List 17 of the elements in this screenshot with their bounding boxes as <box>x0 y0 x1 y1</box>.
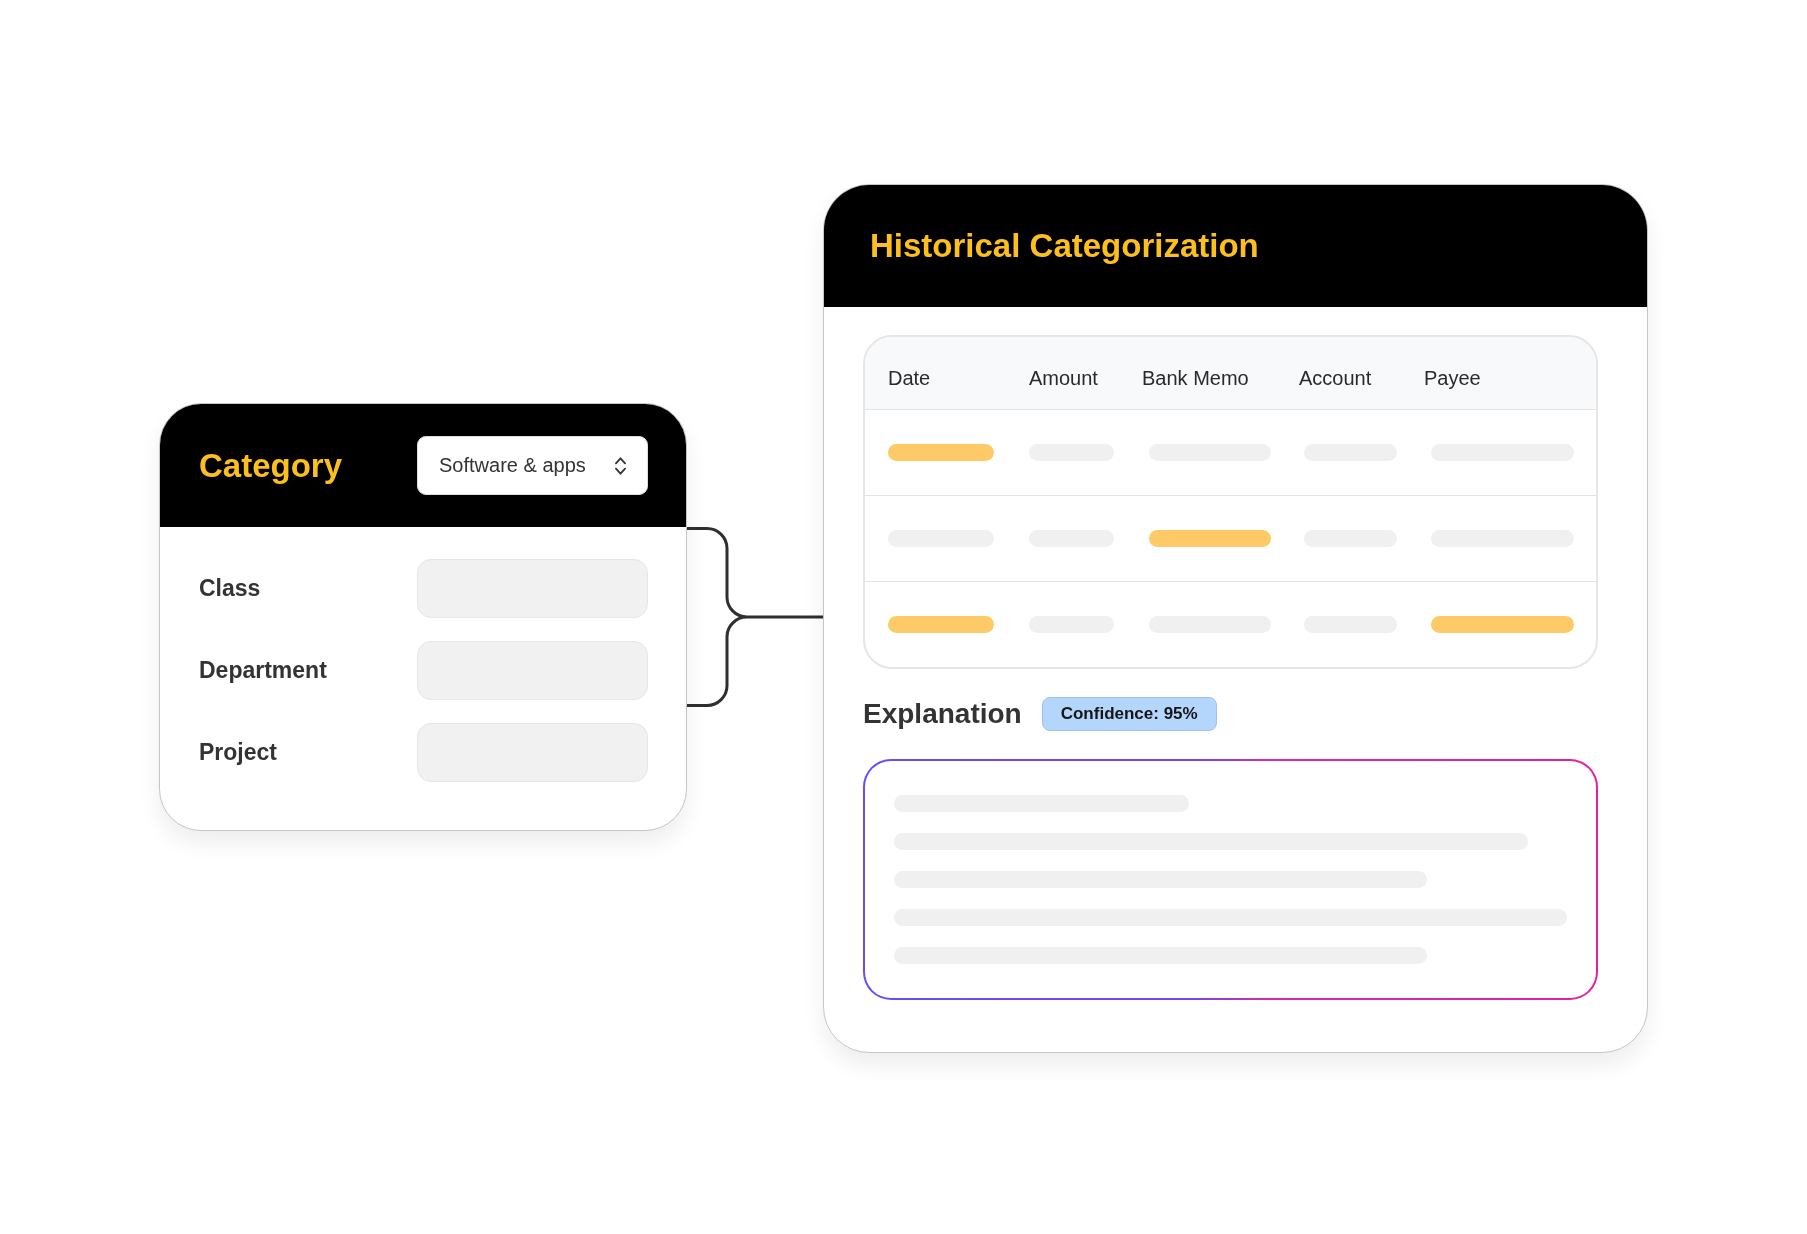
card-title: Category <box>199 446 343 485</box>
column-header: Payee <box>1424 365 1482 390</box>
input-field[interactable] <box>417 559 648 618</box>
card-title: Historical Categorization <box>870 227 1259 265</box>
confidence-badge: Confidence: 95% <box>1041 697 1217 731</box>
field-label: Class <box>199 575 262 602</box>
column-header: Date <box>888 365 932 390</box>
column-header: Bank Memo <box>1142 365 1250 390</box>
column-header: Account <box>1299 365 1373 390</box>
field-label: Project <box>199 739 278 766</box>
chevron-up-down-icon <box>614 455 627 476</box>
section-heading: Explanation <box>863 698 1022 730</box>
input-field[interactable] <box>417 723 648 782</box>
input-field[interactable] <box>417 641 648 700</box>
column-header: Amount <box>1029 365 1099 390</box>
field-label: Department <box>199 657 328 684</box>
category-dropdown[interactable]: Software & apps <box>417 436 648 495</box>
